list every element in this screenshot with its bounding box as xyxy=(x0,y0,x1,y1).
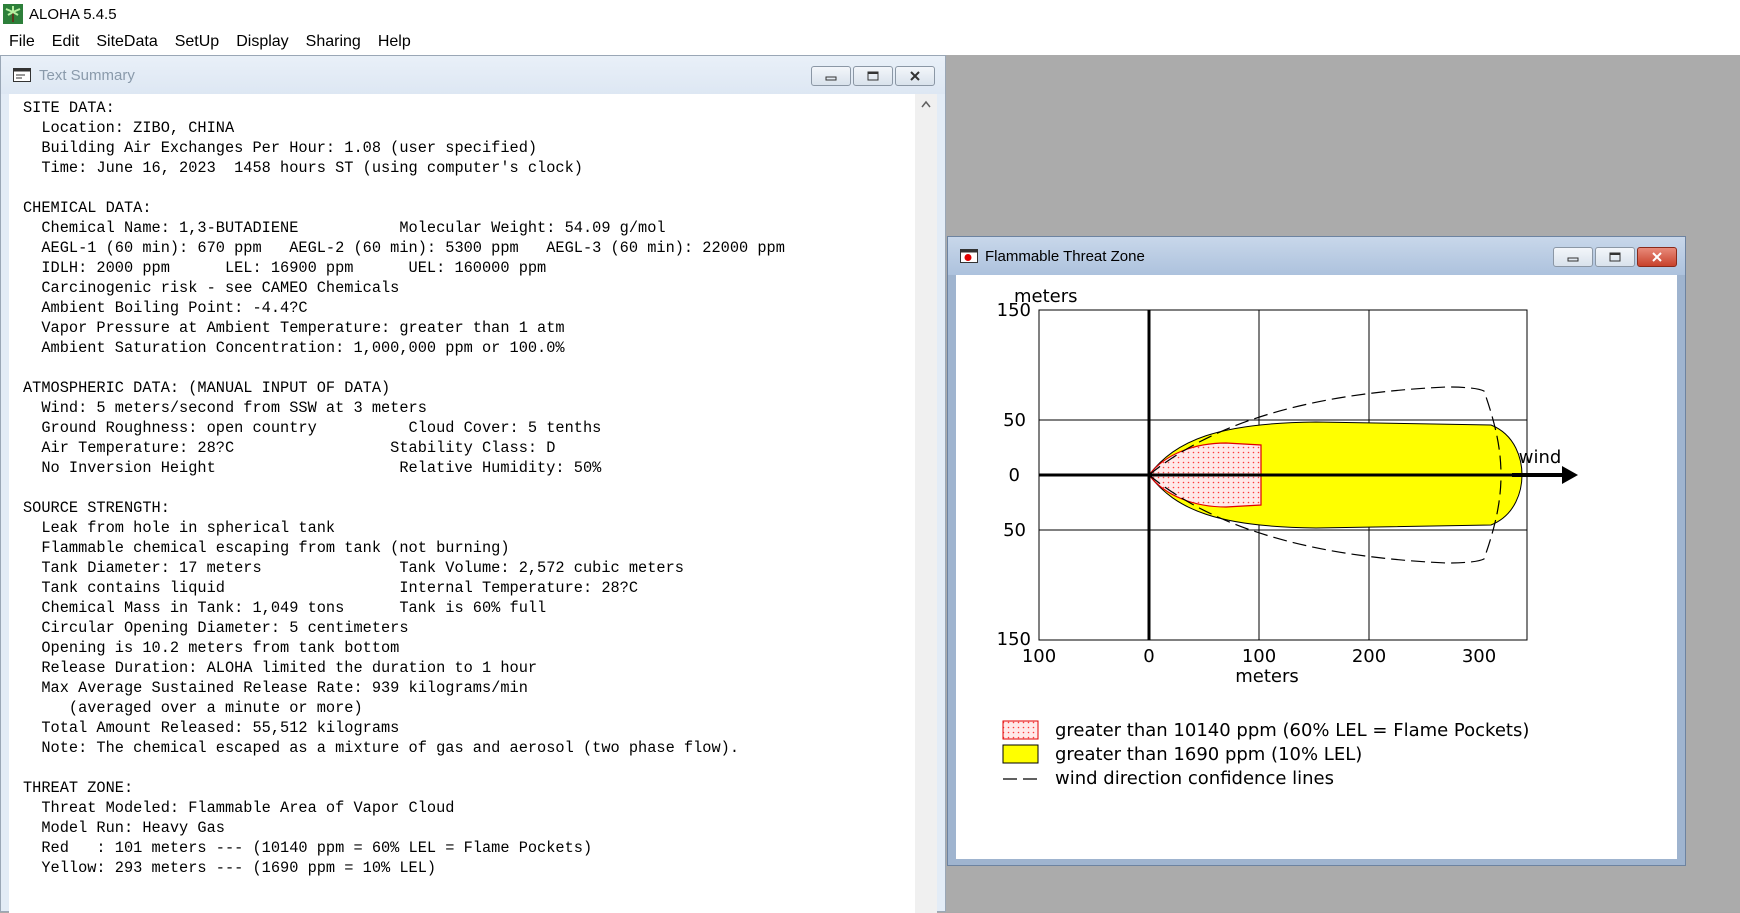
wind-label: wind xyxy=(1519,447,1562,468)
chevron-up-icon[interactable] xyxy=(921,100,931,108)
text-summary-content[interactable]: SITE DATA: Location: ZIBO, CHINA Buildin… xyxy=(9,94,917,913)
minimize-button[interactable] xyxy=(1553,247,1593,267)
y-tick-label: 150 xyxy=(997,300,1031,321)
report-line: Chemical Mass in Tank: 1,049 tons Tank i… xyxy=(23,599,547,617)
x-axis-unit: meters xyxy=(1235,666,1299,687)
menubar: File Edit SiteData SetUp Display Sharing… xyxy=(0,28,1740,56)
menu-help[interactable]: Help xyxy=(369,33,419,51)
report-line: Ambient Boiling Point: -4.4?C xyxy=(23,299,308,317)
legend-label-yellow: greater than 1690 ppm (10% LEL) xyxy=(1055,744,1362,765)
text-summary-titlebar[interactable]: Text Summary xyxy=(1,56,945,94)
text-summary-report: SITE DATA: Location: ZIBO, CHINA Buildin… xyxy=(23,98,785,878)
report-line: Wind: 5 meters/second from SSW at 3 mete… xyxy=(23,399,427,417)
report-line: ATMOSPHERIC DATA: (MANUAL INPUT OF DATA) xyxy=(23,379,391,397)
report-line: SOURCE STRENGTH: xyxy=(23,499,170,517)
close-icon xyxy=(1652,252,1662,262)
y-tick-label: 0 xyxy=(1009,465,1020,486)
app-title: ALOHA 5.4.5 xyxy=(29,5,117,23)
close-button[interactable] xyxy=(1637,247,1677,267)
threat-zone-window-controls xyxy=(1553,247,1677,267)
menu-file[interactable]: File xyxy=(0,33,43,51)
x-tick-label: 100 xyxy=(1242,646,1276,667)
report-line: Ambient Saturation Concentration: 1,000,… xyxy=(23,339,565,357)
report-line: Model Run: Heavy Gas xyxy=(23,819,225,837)
report-line: IDLH: 2000 ppm LEL: 16900 ppm UEL: 16000… xyxy=(23,259,547,277)
text-window-icon xyxy=(13,68,31,82)
report-line: Red : 101 meters --- (10140 ppm = 60% LE… xyxy=(23,839,593,857)
threat-zone-plot-area[interactable]: meters 150 50 0 50 150 100 0 100 200 300… xyxy=(956,275,1677,859)
aloha-palm-icon xyxy=(3,4,23,24)
report-line: Building Air Exchanges Per Hour: 1.08 (u… xyxy=(23,139,538,157)
report-line: Flammable chemical escaping from tank (n… xyxy=(23,539,510,557)
report-line: SITE DATA: xyxy=(23,99,115,117)
report-line: Leak from hole in spherical tank xyxy=(23,519,336,537)
text-summary-window: Text Summary SITE DATA: Location: ZIBO, … xyxy=(0,55,946,913)
report-line: (averaged over a minute or more) xyxy=(23,699,363,717)
text-summary-title: Text Summary xyxy=(39,66,135,84)
report-line: Note: The chemical escaped as a mixture … xyxy=(23,739,740,757)
text-summary-window-controls xyxy=(811,66,935,86)
report-line: No Inversion Height Relative Humidity: 5… xyxy=(23,459,602,477)
report-line: Air Temperature: 28?C Stability Class: D xyxy=(23,439,556,457)
report-line: Release Duration: ALOHA limited the dura… xyxy=(23,659,538,677)
minimize-button[interactable] xyxy=(811,66,851,86)
report-line: THREAT ZONE: xyxy=(23,779,134,797)
report-line: AEGL-1 (60 min): 670 ppm AEGL-2 (60 min)… xyxy=(23,239,785,257)
menu-sharing[interactable]: Sharing xyxy=(297,33,369,51)
menu-sitedata[interactable]: SiteData xyxy=(87,33,165,51)
threat-zone-window: Flammable Threat Zone meters 150 50 0 50… xyxy=(947,236,1686,866)
report-line: Threat Modeled: Flammable Area of Vapor … xyxy=(23,799,455,817)
wind-arrow-icon xyxy=(1562,466,1578,484)
x-tick-label: 100 xyxy=(1022,646,1056,667)
report-line: Time: June 16, 2023 1458 hours ST (using… xyxy=(23,159,583,177)
report-line: Total Amount Released: 55,512 kilograms xyxy=(23,719,400,737)
menu-display[interactable]: Display xyxy=(227,33,296,51)
restore-icon xyxy=(867,71,879,81)
report-line: Opening is 10.2 meters from tank bottom xyxy=(23,639,400,657)
vertical-scrollbar[interactable] xyxy=(915,94,937,913)
x-tick-label: 200 xyxy=(1352,646,1386,667)
menu-edit[interactable]: Edit xyxy=(43,33,88,51)
report-line: CHEMICAL DATA: xyxy=(23,199,152,217)
legend-label-red: greater than 10140 ppm (60% LEL = Flame … xyxy=(1055,720,1529,741)
threat-zone-window-icon xyxy=(960,249,978,263)
app-titlebar: ALOHA 5.4.5 xyxy=(0,0,1740,28)
report-line: Tank Diameter: 17 meters Tank Volume: 2,… xyxy=(23,559,684,577)
minimize-icon xyxy=(825,76,837,81)
restore-icon xyxy=(1609,252,1621,262)
x-tick-label: 300 xyxy=(1462,646,1496,667)
legend-label-confidence: wind direction confidence lines xyxy=(1055,768,1334,789)
close-button[interactable] xyxy=(895,66,935,86)
report-line: Max Average Sustained Release Rate: 939 … xyxy=(23,679,528,697)
legend-swatch-red xyxy=(1002,720,1039,740)
close-icon xyxy=(910,71,920,81)
report-line: Circular Opening Diameter: 5 centimeters xyxy=(23,619,409,637)
y-tick-label: 50 xyxy=(1003,520,1026,541)
threat-zone-title: Flammable Threat Zone xyxy=(985,247,1145,265)
report-line: Location: ZIBO, CHINA xyxy=(23,119,235,137)
minimize-icon xyxy=(1567,257,1579,262)
x-tick-label: 0 xyxy=(1143,646,1154,667)
report-line: Chemical Name: 1,3-BUTADIENE Molecular W… xyxy=(23,219,666,237)
threat-zone-plot: meters 150 50 0 50 150 100 0 100 200 300… xyxy=(997,286,1578,789)
menu-setup[interactable]: SetUp xyxy=(166,33,227,51)
report-line: Vapor Pressure at Ambient Temperature: g… xyxy=(23,319,565,337)
y-tick-label: 50 xyxy=(1003,410,1026,431)
report-line: Ground Roughness: open country Cloud Cov… xyxy=(23,419,602,437)
report-line: Yellow: 293 meters --- (1690 ppm = 10% L… xyxy=(23,859,437,877)
report-line: Tank contains liquid Internal Temperatur… xyxy=(23,579,639,597)
restore-button[interactable] xyxy=(853,66,893,86)
report-line: Carcinogenic risk - see CAMEO Chemicals xyxy=(23,279,400,297)
legend-swatch-yellow xyxy=(1002,744,1039,764)
threat-zone-titlebar[interactable]: Flammable Threat Zone xyxy=(948,237,1685,275)
restore-button[interactable] xyxy=(1595,247,1635,267)
